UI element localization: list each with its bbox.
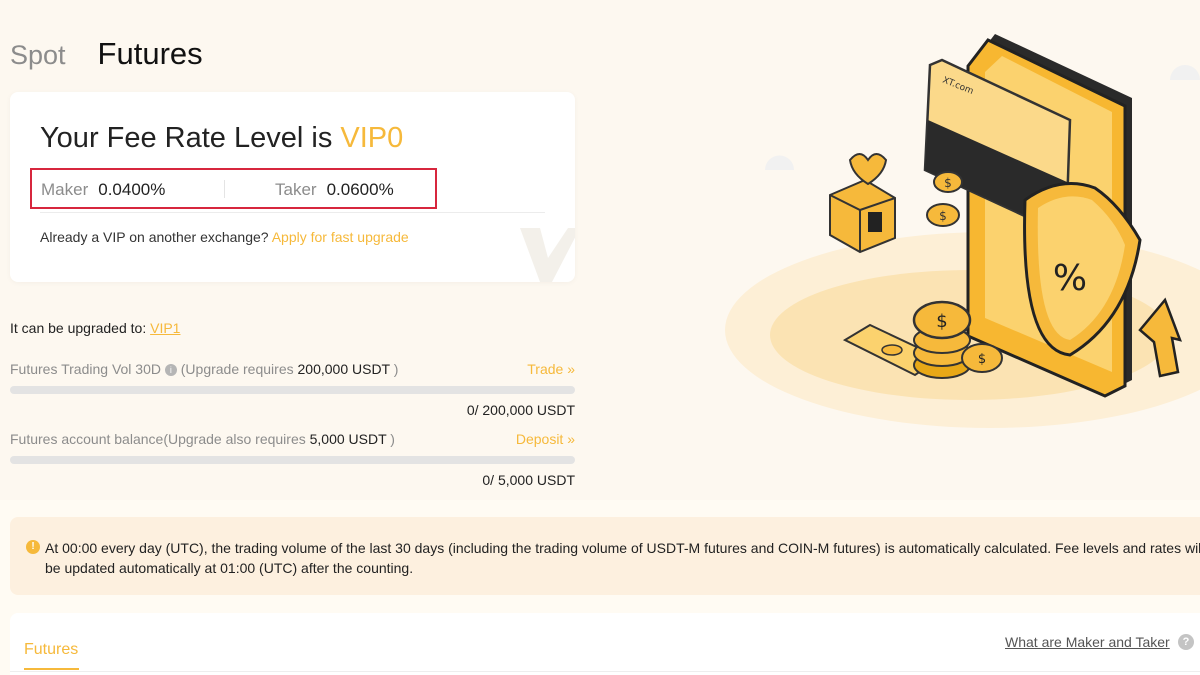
fee-rate-title: Your Fee Rate Level is VIP0 [40, 122, 403, 155]
coin-icon: $ [926, 203, 960, 227]
trade-link-label: Trade [527, 361, 564, 377]
vip-illustration: XT.com % $ $ $ $ [725, 34, 1200, 428]
requirement-header: Futures Trading Vol 30D i (Upgrade requi… [10, 361, 575, 381]
requirement-note-value: 200,000 USDT [297, 361, 390, 377]
double-chevron-right-icon: » [567, 361, 575, 377]
requirement-account-balance: Futures account balance(Upgrade also req… [10, 431, 575, 488]
taker-rate: Taker 0.0600% [275, 180, 394, 200]
fee-update-notice: ! At 00:00 every day (UTC), the trading … [10, 517, 1200, 595]
notice-text: At 00:00 every day (UTC), the trading vo… [45, 540, 1200, 576]
fee-table-panel: Futures What are Maker and Taker ? [10, 613, 1200, 675]
double-chevron-right-icon: » [567, 431, 575, 447]
coin-symbol: $ [978, 352, 986, 367]
account-balance-amount: 0/ 5,000 USDT [482, 472, 575, 488]
coin-icon: $ [933, 171, 963, 193]
requirement-text: Futures account balance(Upgrade also req… [10, 431, 395, 447]
info-icon[interactable]: i [164, 364, 177, 376]
apply-fast-upgrade-link[interactable]: Apply for fast upgrade [272, 229, 409, 245]
deposit-link[interactable]: Deposit » [516, 431, 575, 447]
fast-upgrade-row: Already a VIP on another exchange? Apply… [40, 229, 409, 245]
taker-label: Taker [275, 180, 317, 199]
requirement-label: Futures Trading Vol 30D [10, 361, 161, 377]
card-divider [40, 212, 545, 213]
percent-symbol: % [1053, 258, 1087, 299]
requirement-header: Futures account balance(Upgrade also req… [10, 431, 575, 451]
requirement-note-prefix: (Upgrade requires [180, 361, 298, 377]
maker-label: Maker [41, 180, 89, 199]
upgrade-target-link[interactable]: VIP1 [150, 320, 180, 336]
requirement-label: Futures account balance [10, 431, 164, 447]
trading-volume-amount: 0/ 200,000 USDT [466, 402, 575, 418]
fee-rate-card: Your Fee Rate Level is VIP0 Maker 0.0400%… [10, 92, 575, 282]
upgrade-target-row: It can be upgraded to: VIP1 [10, 320, 180, 336]
tab-spot[interactable]: Spot [10, 40, 66, 71]
maker-value: 0.0400% [98, 180, 166, 199]
brand-watermark-icon [520, 228, 575, 282]
decor-circle-icon [765, 155, 794, 170]
requirement-note-value: 5,000 USDT [309, 431, 387, 447]
upgrade-target-label: It can be upgraded to: [10, 320, 151, 336]
market-tabs: Spot Futures [10, 36, 203, 72]
taker-value: 0.0600% [326, 180, 394, 199]
tab-futures-fees[interactable]: Futures [24, 641, 78, 659]
decor-circle-icon [1170, 65, 1200, 80]
tab-divider [10, 671, 1200, 672]
trade-link[interactable]: Trade » [527, 361, 575, 377]
requirement-trading-volume: Futures Trading Vol 30D i (Upgrade requi… [10, 361, 575, 418]
tab-futures[interactable]: Futures [98, 36, 203, 72]
requirement-note-suffix: ) [386, 431, 395, 447]
coin-symbol: $ [939, 209, 947, 223]
active-tab-indicator [24, 668, 79, 670]
fee-rate-title-prefix: Your Fee Rate Level is [40, 122, 341, 154]
requirement-text: Futures Trading Vol 30D i (Upgrade requi… [10, 361, 398, 377]
heart-icon [848, 153, 888, 186]
coin-symbol: $ [944, 176, 952, 190]
question-circle-icon[interactable]: ? [1178, 634, 1194, 650]
vip-level: VIP0 [340, 122, 404, 154]
maker-taker-help-link[interactable]: What are Maker and Taker [1005, 634, 1170, 650]
requirement-note-prefix: (Upgrade also requires [163, 431, 310, 447]
account-balance-progress [10, 456, 575, 464]
fee-rates-highlight: Maker 0.0400% Taker 0.0600% [30, 168, 437, 209]
fast-upgrade-text: Already a VIP on another exchange? [40, 229, 272, 245]
coin-symbol: $ [936, 311, 947, 332]
warning-icon: ! [26, 540, 40, 554]
maker-rate: Maker 0.0400% [41, 180, 165, 200]
gift-box-icon [829, 153, 896, 254]
deposit-link-label: Deposit [515, 431, 564, 447]
rate-divider [224, 180, 225, 198]
requirement-note-suffix: ) [389, 361, 399, 377]
trading-volume-progress [10, 386, 575, 394]
